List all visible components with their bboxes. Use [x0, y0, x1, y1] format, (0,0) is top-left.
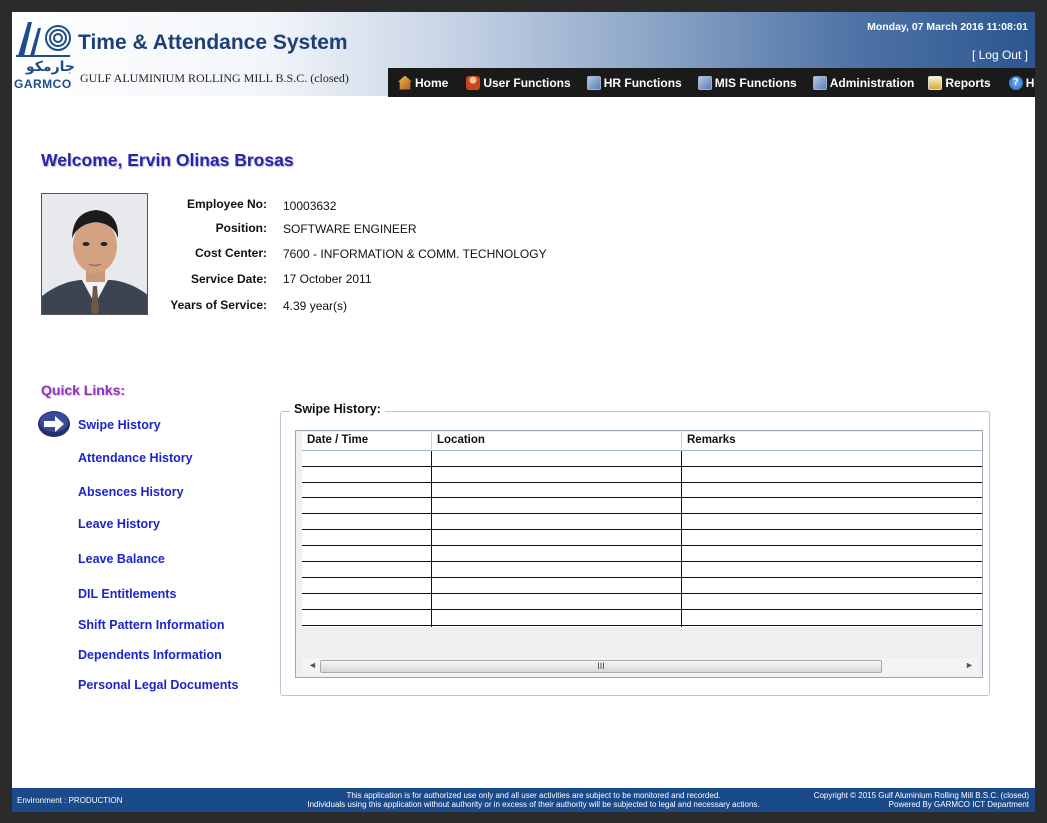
quicklink-leave-balance[interactable]: Leave Balance [78, 552, 165, 566]
column-separator [431, 432, 432, 451]
grid-column-line [681, 451, 682, 627]
swipe-history-title: Swipe History: [290, 402, 385, 416]
company-name: GULF ALUMINIUM ROLLING MILL B.S.C. (clos… [80, 71, 349, 85]
user-icon [466, 75, 481, 90]
swipe-history-grid[interactable]: Date / Time Location Remarks ◄ III ► [295, 430, 983, 678]
hr-icon [586, 75, 601, 90]
quicklink-leave-history[interactable]: Leave History [78, 517, 160, 531]
nav-label: HR Functions [603, 75, 682, 90]
powered-by-line: Powered By GARMCO ICT Department [888, 800, 1029, 809]
table-row [302, 529, 982, 530]
nav-hr-functions[interactable]: HR Functions [581, 68, 688, 97]
column-header-datetime[interactable]: Date / Time [307, 434, 368, 446]
column-separator [681, 432, 682, 451]
app-title: Time & Attendance System [78, 31, 348, 54]
footer: Environment : PRODUCTION This applicatio… [12, 788, 1035, 812]
arrow-right-icon [38, 411, 70, 437]
logo-text-arabic: جارمكو [26, 59, 75, 75]
table-row [302, 593, 982, 594]
quicklink-legal-documents[interactable]: Personal Legal Documents [78, 678, 238, 692]
logout-link[interactable]: [ Log Out ] [972, 48, 1028, 62]
scroll-left-arrow-icon[interactable]: ◄ [308, 660, 317, 670]
table-row [302, 545, 982, 546]
table-row [302, 466, 982, 467]
grid-column-line [431, 451, 432, 627]
label-position: Position: [215, 221, 267, 235]
header: جارمكو GARMCO Time & Attendance System G… [12, 12, 1035, 97]
nav-label: Administration [829, 75, 915, 90]
nav-label: MIS Functions [714, 75, 797, 90]
nav-help[interactable]: ? Help [1003, 68, 1035, 97]
grid-header: Date / Time Location Remarks [302, 432, 982, 451]
quicklink-attendance-history[interactable]: Attendance History [78, 451, 193, 465]
home-icon [398, 75, 412, 90]
nav-home[interactable]: Home [392, 68, 454, 97]
quicklink-dependents[interactable]: Dependents Information [78, 648, 222, 662]
help-icon: ? [1008, 75, 1023, 90]
value-cost-center: 7600 - INFORMATION & COMM. TECHNOLOGY [283, 247, 547, 261]
table-row [302, 609, 982, 610]
nav-reports[interactable]: Reports [922, 68, 996, 97]
value-position: SOFTWARE ENGINEER [283, 222, 417, 236]
table-row [302, 577, 982, 578]
app-window: جارمكو GARMCO Time & Attendance System G… [12, 12, 1035, 812]
horizontal-scrollbar[interactable]: ◄ III ► [302, 658, 978, 675]
label-years-of-service: Years of Service: [170, 298, 267, 312]
copyright: Copyright © 2015 Gulf Aluminium Rolling … [814, 791, 1029, 809]
nav-label: Home [415, 75, 449, 90]
column-header-remarks[interactable]: Remarks [687, 434, 736, 446]
scrollbar-grip: III [597, 661, 605, 671]
label-service-date: Service Date: [190, 272, 267, 286]
grid-body [302, 451, 982, 627]
column-header-location[interactable]: Location [437, 434, 485, 446]
logo-text: GARMCO [14, 77, 72, 91]
admin-icon [812, 75, 827, 90]
nav-user-functions[interactable]: User Functions [460, 68, 576, 97]
welcome-heading: Welcome, Ervin Olinas Brosas [41, 150, 294, 170]
copyright-line: Copyright © 2015 Gulf Aluminium Rolling … [813, 791, 1029, 800]
nav-mis-functions[interactable]: MIS Functions [692, 68, 803, 97]
quicklink-swipe-history[interactable]: Swipe History [78, 418, 161, 432]
table-row [302, 625, 982, 626]
scrollbar-thumb[interactable]: III [320, 660, 882, 673]
table-row [302, 482, 982, 483]
value-service-date: 17 October 2011 [283, 272, 372, 286]
reports-icon [928, 75, 943, 90]
nav-label: Help [1025, 75, 1035, 90]
value-employee-no: 10003632 [283, 199, 337, 213]
nav-administration[interactable]: Administration [807, 68, 921, 97]
main-nav: Home User Functions HR Functions MIS Fun… [388, 68, 1035, 97]
scroll-right-arrow-icon[interactable]: ► [965, 660, 974, 670]
quick-links-title: Quick Links: [41, 382, 126, 398]
quicklink-shift-pattern[interactable]: Shift Pattern Information [78, 618, 225, 632]
mis-icon [697, 75, 712, 90]
value-years-of-service: 4.39 year(s) [283, 299, 348, 313]
current-datetime: Monday, 07 March 2016 11:08:01 [867, 21, 1028, 33]
table-row [302, 561, 982, 562]
table-row [302, 497, 982, 498]
label-employee-no: Employee No: [186, 197, 267, 211]
nav-label: User Functions [483, 75, 571, 90]
quicklink-absences-history[interactable]: Absences History [78, 485, 184, 499]
table-row [302, 513, 982, 514]
label-cost-center: Cost Center: [194, 246, 267, 260]
nav-label: Reports [945, 75, 991, 90]
quicklink-dil-entitlements[interactable]: DIL Entitlements [78, 587, 176, 601]
